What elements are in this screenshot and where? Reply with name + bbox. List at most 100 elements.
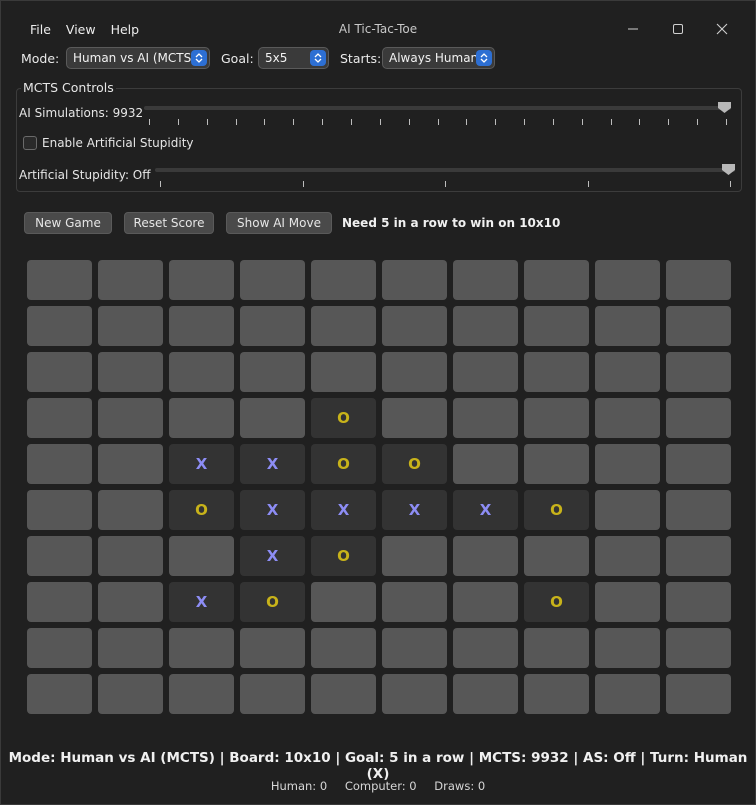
board-cell[interactable]: X xyxy=(240,536,305,576)
board-cell[interactable]: O xyxy=(311,398,376,438)
board-cell[interactable] xyxy=(666,444,731,484)
board-cell[interactable] xyxy=(382,306,447,346)
board-cell[interactable] xyxy=(666,674,731,714)
new-game-button[interactable]: New Game xyxy=(24,212,112,234)
board-cell[interactable]: X xyxy=(453,490,518,530)
close-button[interactable] xyxy=(712,19,732,39)
board-cell[interactable] xyxy=(453,260,518,300)
maximize-button[interactable] xyxy=(668,19,688,39)
board-cell[interactable] xyxy=(524,536,589,576)
board-cell[interactable] xyxy=(27,352,92,392)
board-cell[interactable] xyxy=(524,352,589,392)
board-cell[interactable] xyxy=(98,490,163,530)
board-cell[interactable] xyxy=(311,628,376,668)
board-cell[interactable] xyxy=(453,398,518,438)
board-cell[interactable]: O xyxy=(169,490,234,530)
board-cell[interactable] xyxy=(666,490,731,530)
board-cell[interactable]: O xyxy=(240,582,305,622)
board-cell[interactable] xyxy=(666,260,731,300)
board-cell[interactable] xyxy=(240,352,305,392)
stupidity-slider[interactable] xyxy=(155,168,735,172)
board-cell[interactable] xyxy=(595,582,660,622)
board-cell[interactable] xyxy=(27,490,92,530)
board-cell[interactable] xyxy=(524,628,589,668)
board-cell[interactable] xyxy=(27,628,92,668)
board-cell[interactable] xyxy=(595,628,660,668)
board-cell[interactable]: X xyxy=(382,490,447,530)
board-cell[interactable] xyxy=(524,398,589,438)
board-cell[interactable] xyxy=(240,628,305,668)
board-cell[interactable] xyxy=(98,306,163,346)
board-cell[interactable] xyxy=(311,352,376,392)
board-cell[interactable] xyxy=(27,674,92,714)
board-cell[interactable] xyxy=(240,306,305,346)
board-cell[interactable] xyxy=(27,536,92,576)
board-cell[interactable] xyxy=(98,444,163,484)
minimize-button[interactable] xyxy=(623,19,643,39)
board-cell[interactable] xyxy=(524,674,589,714)
board-cell[interactable] xyxy=(666,628,731,668)
board-cell[interactable] xyxy=(98,582,163,622)
board-cell[interactable]: X xyxy=(240,444,305,484)
starts-select[interactable]: Always Human xyxy=(382,47,495,69)
board-cell[interactable] xyxy=(169,674,234,714)
board-cell[interactable] xyxy=(453,628,518,668)
board-cell[interactable] xyxy=(27,260,92,300)
board-cell[interactable] xyxy=(169,306,234,346)
board-cell[interactable] xyxy=(27,306,92,346)
board-cell[interactable] xyxy=(169,260,234,300)
board-cell[interactable] xyxy=(666,582,731,622)
board-cell[interactable] xyxy=(169,536,234,576)
board-cell[interactable] xyxy=(169,352,234,392)
board-cell[interactable] xyxy=(311,306,376,346)
board-cell[interactable] xyxy=(240,674,305,714)
mode-select[interactable]: Human vs AI (MCTS) xyxy=(66,47,210,69)
board-cell[interactable] xyxy=(311,260,376,300)
board-cell[interactable] xyxy=(453,582,518,622)
board-cell[interactable] xyxy=(98,260,163,300)
board-cell[interactable] xyxy=(98,628,163,668)
board-cell[interactable]: O xyxy=(382,444,447,484)
board-cell[interactable] xyxy=(666,352,731,392)
board-cell[interactable] xyxy=(453,352,518,392)
board-cell[interactable] xyxy=(453,444,518,484)
board-cell[interactable] xyxy=(524,260,589,300)
board-cell[interactable] xyxy=(169,398,234,438)
board-cell[interactable] xyxy=(382,582,447,622)
board-cell[interactable]: O xyxy=(524,490,589,530)
board-cell[interactable]: X xyxy=(169,582,234,622)
board-cell[interactable]: O xyxy=(524,582,589,622)
board-cell[interactable] xyxy=(524,306,589,346)
board-cell[interactable] xyxy=(595,444,660,484)
board-cell[interactable] xyxy=(382,628,447,668)
board-cell[interactable]: X xyxy=(169,444,234,484)
board-cell[interactable] xyxy=(595,536,660,576)
board-cell[interactable]: O xyxy=(311,536,376,576)
board-cell[interactable] xyxy=(27,398,92,438)
board-cell[interactable] xyxy=(98,536,163,576)
board-cell[interactable] xyxy=(595,260,660,300)
board-cell[interactable] xyxy=(595,306,660,346)
board-cell[interactable] xyxy=(453,306,518,346)
board-cell[interactable] xyxy=(382,674,447,714)
board-cell[interactable] xyxy=(666,398,731,438)
board-cell[interactable] xyxy=(666,536,731,576)
board-cell[interactable] xyxy=(27,582,92,622)
board-cell[interactable] xyxy=(595,490,660,530)
board-cell[interactable] xyxy=(98,398,163,438)
board-cell[interactable] xyxy=(27,444,92,484)
board-cell[interactable] xyxy=(311,674,376,714)
board-cell[interactable] xyxy=(595,674,660,714)
board-cell[interactable] xyxy=(666,306,731,346)
board-cell[interactable] xyxy=(311,582,376,622)
board-cell[interactable]: X xyxy=(311,490,376,530)
show-ai-move-button[interactable]: Show AI Move xyxy=(226,212,332,234)
board-cell[interactable]: O xyxy=(311,444,376,484)
board-cell[interactable] xyxy=(240,260,305,300)
board-cell[interactable]: X xyxy=(240,490,305,530)
board-cell[interactable] xyxy=(98,674,163,714)
board-cell[interactable] xyxy=(169,628,234,668)
reset-score-button[interactable]: Reset Score xyxy=(124,212,214,234)
board-cell[interactable] xyxy=(524,444,589,484)
board-cell[interactable] xyxy=(595,398,660,438)
